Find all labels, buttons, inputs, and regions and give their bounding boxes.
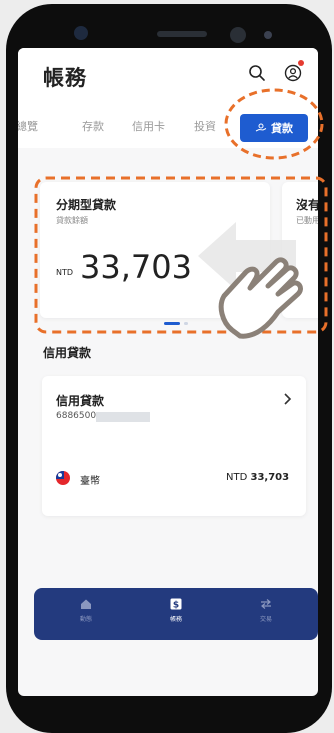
notification-dot (298, 60, 304, 66)
loan-card-title: 分期型貸款 (56, 198, 117, 212)
home-icon (81, 599, 91, 609)
nav-label-transaction: 交易 (259, 616, 272, 623)
nav-item-activity[interactable]: 動態 (56, 598, 116, 623)
tab-credit-card[interactable]: 信用卡 (132, 118, 165, 134)
installment-loan-card[interactable]: 分期型貸款 貸款餘額 NTD 33,703 (40, 182, 270, 318)
carousel-dot[interactable] (184, 322, 188, 325)
credit-loan-amount-currency: NTD (226, 472, 248, 483)
svg-text:$: $ (173, 601, 179, 611)
dollar-icon: $ (170, 598, 182, 610)
credit-loan-amount: NTD 33,703 (226, 472, 289, 483)
app-header: 帳務 (18, 48, 318, 106)
currency-name: 臺幣 (80, 476, 100, 487)
account-tabs: 總覽 存款 信用卡 投資 貸款 (18, 106, 318, 148)
app-screen: 帳務 總覽 存款 信用卡 投資 貸款 分期型貸款 貸款餘額 NTD 33,703… (18, 48, 318, 696)
nav-label-accounts: 帳務 (169, 616, 182, 623)
credit-loan-amount-value: 33,703 (250, 472, 290, 483)
proximity-sensor (230, 27, 246, 43)
loan-balance-amount: 33,703 (80, 248, 192, 286)
front-camera (74, 26, 88, 40)
nav-item-accounts[interactable]: $ 帳務 (146, 598, 206, 623)
loan-card2-subtitle: 已動用 (296, 216, 318, 225)
loan-hand-icon (255, 123, 267, 132)
tab-deposit[interactable]: 存款 (82, 118, 104, 134)
account-number-mask (96, 412, 150, 422)
user-profile-icon[interactable] (284, 64, 302, 82)
carousel-dot-active[interactable] (164, 322, 180, 325)
chevron-right-icon[interactable] (282, 392, 292, 406)
credit-loan-card-title: 信用貸款 (56, 394, 105, 408)
loan-currency: NTD (56, 268, 74, 277)
tab-loan[interactable]: 貸款 (240, 114, 308, 142)
loan-card-subtitle: 貸款餘額 (56, 216, 88, 225)
search-icon[interactable] (248, 64, 266, 82)
taiwan-flag-icon (56, 471, 70, 485)
tab-loan-label: 貸款 (271, 122, 293, 135)
credit-loan-card[interactable]: 信用貸款 6886500 臺幣 NTD 33,703 (42, 376, 306, 516)
light-sensor (264, 31, 272, 39)
tab-investment[interactable]: 投資 (194, 118, 216, 134)
speaker-grille (157, 31, 207, 37)
phone-mockup: 帳務 總覽 存款 信用卡 投資 貸款 分期型貸款 貸款餘額 NTD 33,703… (0, 0, 334, 733)
transfer-icon (261, 599, 271, 609)
nav-item-transaction[interactable]: 交易 (236, 598, 296, 623)
account-number: 6886500 (56, 411, 97, 421)
page-title: 帳務 (43, 66, 87, 90)
nav-label-activity: 動態 (79, 616, 92, 623)
credit-loan-section-title: 信用貸款 (43, 346, 92, 360)
tab-overview[interactable]: 總覽 (18, 118, 38, 134)
bottom-nav: 動態 $ 帳務 交易 (34, 588, 318, 640)
revolving-loan-card[interactable]: 沒有餘 已動用 (282, 182, 318, 318)
loan-card2-title: 沒有餘 (296, 198, 318, 212)
